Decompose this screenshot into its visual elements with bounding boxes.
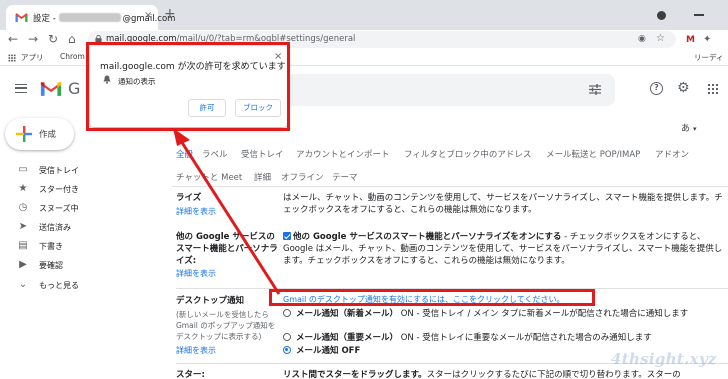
apps-grid-icon[interactable] <box>8 54 16 62</box>
tab-themes[interactable]: テーマ <box>332 171 358 183</box>
sidebar-item-starred[interactable]: ★ スター付き <box>17 182 167 196</box>
radio-important-mail-on[interactable] <box>283 333 291 341</box>
browser-tabstrip: 設定 - @gmail.com × + <box>0 0 728 30</box>
tab-labels[interactable]: ラベル <box>202 148 228 160</box>
compose-label: 作成 <box>39 130 57 140</box>
inbox-icon: ▭ <box>18 164 28 175</box>
option-new-mail-on: メール通知（新着メール） ON - 受信トレイ / メイン タブに新着メールが配… <box>296 309 689 319</box>
option-important-mail-on: メール通知（重要メール） ON - 受信トレイに重要なメールが配信された場合のみ… <box>296 333 652 343</box>
gmail-logo-icon[interactable] <box>40 80 62 97</box>
bell-icon <box>103 75 111 84</box>
block-button[interactable]: ブロック <box>235 99 281 117</box>
sidebar-item-inbox[interactable]: ▭ 受信トレイ <box>17 163 167 177</box>
prompt-title: mail.google.com が次の許可を求めています <box>100 62 286 72</box>
new-tab-button[interactable]: + <box>164 7 176 21</box>
tab-forwarding[interactable]: メール転送と POP/IMAP <box>546 148 640 160</box>
eye-icon[interactable]: ◉ <box>638 34 646 44</box>
sidebar-item-important[interactable]: ▶ 要確認 <box>17 258 167 272</box>
sidebar-item-snoozed[interactable]: ◷ スヌーズ中 <box>17 201 167 215</box>
personalize-description: はメール、チャット、動画のコンテンツを使用して、サービスをパーソナライズし、スマ… <box>283 193 723 215</box>
prompt-close-icon[interactable]: × <box>274 51 282 62</box>
label-icon: ▶ <box>19 259 27 270</box>
tab-general[interactable]: 全般 <box>176 148 193 160</box>
desktop-notifications-label: デスクトップ通知 <box>176 296 245 306</box>
clock-icon: ◷ <box>18 202 28 213</box>
other-services-description: 他の Google サービスのスマート機能とパーソナライズをオンにする - チェ… <box>283 232 723 266</box>
section-divider <box>176 288 728 289</box>
option-mail-off: メール通知 OFF <box>296 346 361 356</box>
tab-offline[interactable]: オフライン <box>281 171 324 183</box>
tab-chat-meet[interactable]: チャットと Meet <box>176 171 242 183</box>
allow-button[interactable]: 許可 <box>188 99 226 117</box>
browser-tab[interactable]: 設定 - @gmail.com × <box>6 5 175 30</box>
tab-accounts[interactable]: アカウントとインポート <box>296 148 390 160</box>
bookmark-chrome[interactable]: Chrom <box>60 52 85 61</box>
back-button[interactable]: ← <box>8 31 18 47</box>
settings-gear-icon[interactable]: ⚙ <box>677 80 690 96</box>
prompt-permission-item: 通知の表示 <box>118 77 156 86</box>
send-icon: ➤ <box>18 221 28 232</box>
sidebar-item-drafts[interactable]: ▤ 下書き <box>17 239 167 253</box>
personalize-label: ライズ <box>176 193 202 203</box>
gmail-extension-icon[interactable]: M <box>686 35 695 45</box>
other-services-learn-more-link[interactable]: 詳細を表示 <box>176 268 216 279</box>
desktop-notifications-sub: (新しいメールを受信したら Gmail のポップアップ通知をデスクトップに表示す… <box>176 310 276 341</box>
tab-inbox[interactable]: 受信トレイ <box>241 148 284 160</box>
enable-desktop-notifications-link[interactable]: Gmail のデスクトップ通知を有効にするには、ここをクリックしてください。 <box>283 294 564 305</box>
tab-addons[interactable]: アドオン <box>655 148 689 160</box>
chevron-down-icon: ⌄ <box>18 279 28 290</box>
help-icon[interactable]: ? <box>650 82 663 95</box>
tab-advanced[interactable]: 詳細 <box>254 171 271 183</box>
personalize-learn-more-link[interactable]: 詳細を表示 <box>176 206 216 217</box>
other-services-checkbox[interactable] <box>283 232 291 240</box>
mail-search-bar[interactable] <box>285 74 615 106</box>
sidebar-item-more[interactable]: ⌄ もっと見る <box>17 278 167 292</box>
draft-icon: ▤ <box>18 240 28 251</box>
notification-permission-prompt: mail.google.com が次の許可を求めています × 通知の表示 許可 … <box>90 46 287 127</box>
compose-button[interactable]: 作成 <box>5 118 74 150</box>
home-button[interactable]: ⌂ <box>68 31 76 47</box>
star-icon: ★ <box>18 183 28 194</box>
reload-button[interactable]: ↻ <box>48 31 58 47</box>
stars-description: リスト間でスターをドラッグします。スターはクリックするたびに下記の順で切り替わり… <box>283 370 681 379</box>
compose-plus-icon <box>16 126 32 142</box>
redacted-email <box>59 13 122 22</box>
main-menu-icon[interactable] <box>15 84 27 93</box>
input-tools-selector[interactable]: あ ▾ <box>681 121 697 134</box>
radio-new-mail-on[interactable] <box>283 309 291 317</box>
desktop-notifications-learn-more-link[interactable]: 詳細を表示 <box>176 345 216 356</box>
sidebar-item-sent[interactable]: ➤ 送信済み <box>17 220 167 234</box>
record-icon[interactable] <box>657 11 666 20</box>
minimize-icon[interactable] <box>694 14 704 16</box>
tab-title: 設定 - @gmail.com <box>33 13 176 24</box>
google-apps-icon[interactable] <box>707 83 719 95</box>
url-text: mail.google.com/mail/u/0/?tab=rm&ogbl#se… <box>106 34 356 44</box>
watermark: 4thsight.xyz <box>611 350 717 368</box>
forward-button[interactable]: → <box>28 31 38 47</box>
lock-icon[interactable] <box>95 35 102 43</box>
tab-close-icon[interactable]: × <box>144 10 152 21</box>
radio-mail-off[interactable] <box>283 346 291 354</box>
extensions-puzzle-icon[interactable]: ✦ <box>703 34 711 45</box>
tab-filters[interactable]: フィルタとブロック中のアドレス <box>404 148 531 160</box>
gmail-favicon-icon <box>15 13 28 22</box>
stars-label: スター: <box>176 370 205 379</box>
gmail-wordmark: G <box>68 79 81 98</box>
bookmark-apps[interactable]: アプリ <box>21 52 44 63</box>
reading-list[interactable]: リーディ <box>694 52 723 63</box>
search-options-icon[interactable] <box>589 84 601 95</box>
tabs-divider <box>172 186 728 187</box>
bookmark-star-icon[interactable]: ☆ <box>656 33 665 44</box>
other-services-label: 他の Google サービスのスマート機能とパーソナライズ: <box>176 232 278 266</box>
